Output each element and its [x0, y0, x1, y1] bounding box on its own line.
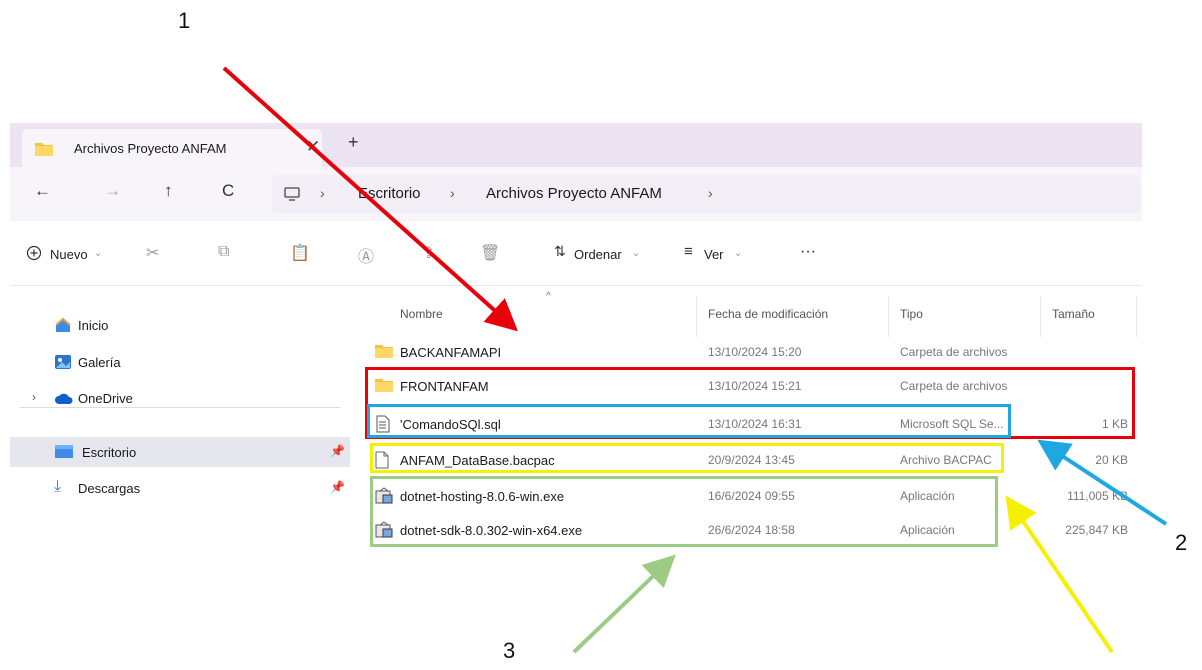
arrow-yellow	[1005, 495, 1114, 654]
arrow-blue	[1037, 439, 1168, 526]
arrow-green	[572, 554, 676, 654]
arrow-red	[222, 66, 518, 332]
annotation-arrows	[222, 66, 1168, 654]
